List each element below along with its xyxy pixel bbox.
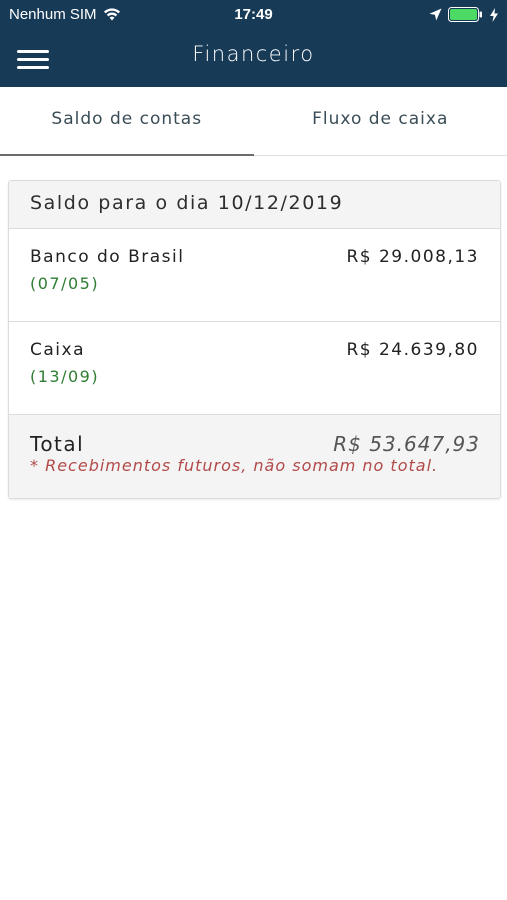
tab-bar: Saldo de contas Fluxo de caixa — [0, 87, 507, 156]
balance-header: Saldo para o dia 10/12/2019 — [9, 181, 500, 229]
account-date: (13/09) — [30, 367, 100, 386]
location-arrow-icon — [429, 8, 442, 21]
account-name: Banco do Brasil — [30, 247, 185, 267]
balance-card: Saldo para o dia 10/12/2019 Banco do Bra… — [8, 180, 501, 499]
account-value: R$ 24.639,80 — [346, 340, 479, 360]
battery-icon — [448, 7, 482, 22]
total-label: Total — [30, 432, 85, 456]
account-value: R$ 29.008,13 — [346, 247, 479, 267]
status-bar: Nenhum SIM 17:49 — [0, 0, 507, 30]
future-receipts-note: * Recebimentos futuros, não somam no tot… — [30, 456, 439, 475]
tab-fluxo-de-caixa[interactable]: Fluxo de caixa — [254, 87, 507, 155]
app-header: Nenhum SIM 17:49 Financeiro — [0, 0, 507, 87]
page-title: Financeiro — [192, 42, 315, 66]
total-row: Total R$ 53.647,93 * Recebimentos futuro… — [9, 415, 500, 498]
account-row-banco-do-brasil[interactable]: Banco do Brasil (07/05) R$ 29.008,13 — [9, 229, 500, 322]
charging-bolt-icon — [490, 7, 498, 22]
total-value: R$ 53.647,93 — [333, 432, 480, 456]
nav-bar: Financeiro — [0, 30, 507, 87]
tab-saldo-de-contas[interactable]: Saldo de contas — [0, 87, 254, 156]
status-right-icons — [429, 7, 498, 22]
account-row-caixa[interactable]: Caixa (13/09) R$ 24.639,80 — [9, 322, 500, 415]
account-name: Caixa — [30, 340, 85, 360]
account-date: (07/05) — [30, 274, 100, 293]
